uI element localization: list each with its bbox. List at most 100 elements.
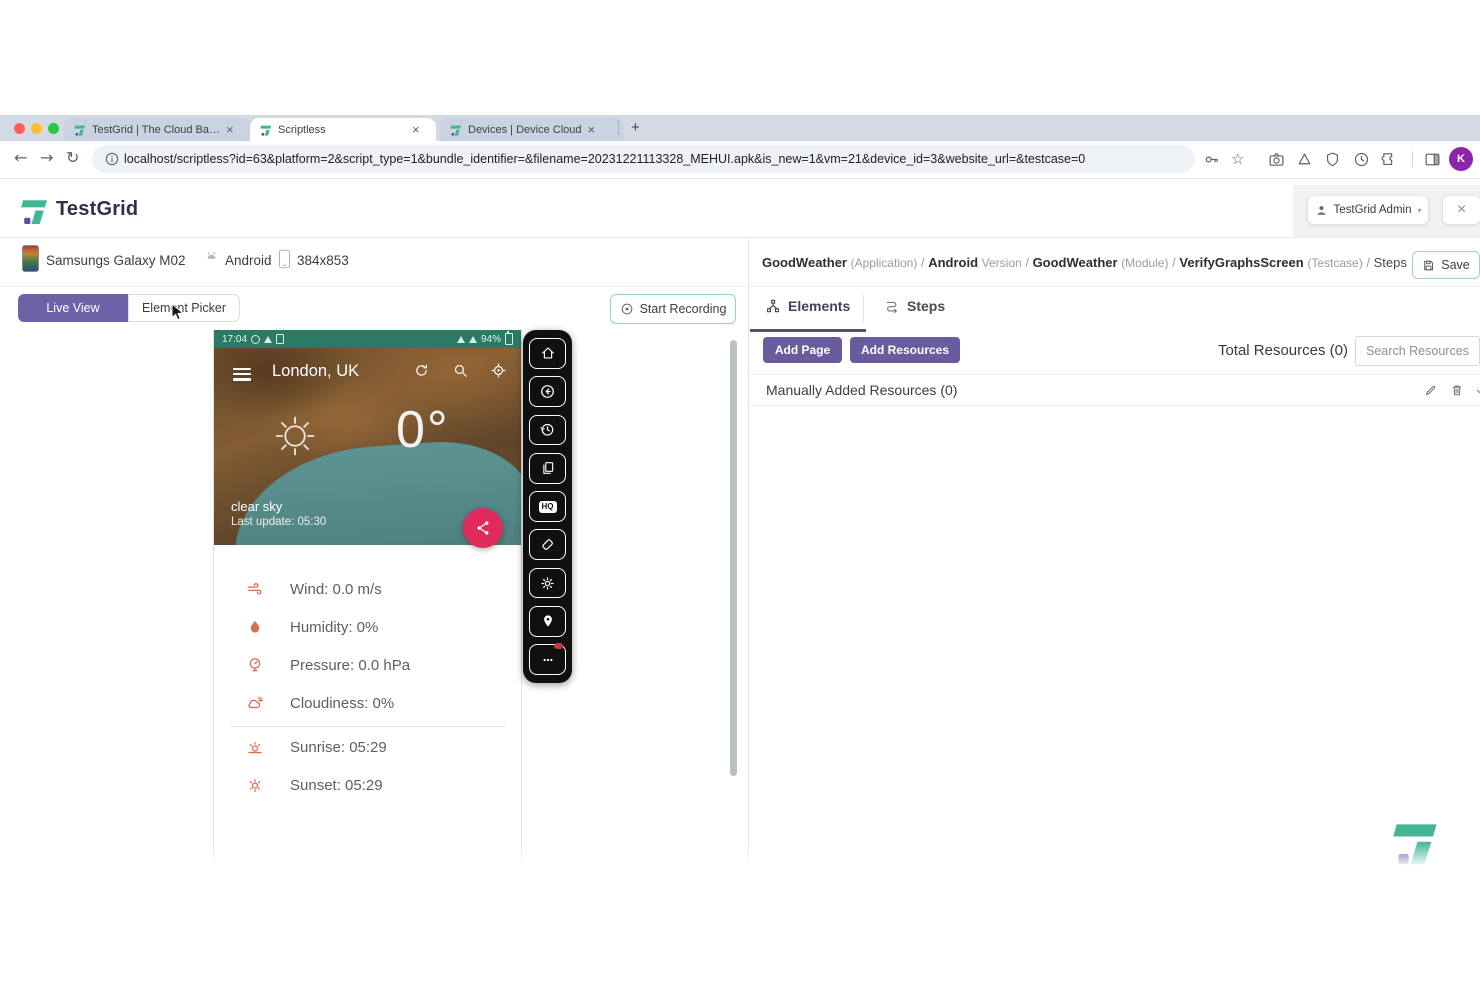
window-close-dot[interactable] [14, 123, 25, 134]
mouse-cursor [170, 303, 186, 321]
manually-added-resources-row[interactable]: Manually Added Resources (0) [750, 375, 1480, 405]
weather-detail-humidity: Humidity: 0% [246, 618, 378, 636]
window-minimize-dot[interactable] [31, 123, 42, 134]
breadcrumb-platform[interactable]: Android [928, 255, 978, 270]
weather-detail-cloudiness: Cloudiness: 0% [246, 694, 394, 712]
tab-steps[interactable]: Steps [884, 298, 945, 314]
live-view-controls: Live View Element Picker Start Recording [0, 287, 748, 332]
rotate-button[interactable] [529, 529, 566, 560]
save-button[interactable]: Save [1412, 251, 1480, 279]
more-options-button[interactable] [529, 644, 566, 675]
sidebar-toggle-icon[interactable] [1424, 151, 1441, 168]
status-sim-icon [276, 334, 284, 344]
add-resources-button[interactable]: Add Resources [850, 337, 960, 363]
weather-detail-sunset: Sunset: 05:29 [246, 776, 383, 794]
chevron-down-icon[interactable] [1474, 385, 1480, 398]
history-icon [539, 421, 556, 438]
breadcrumb-module[interactable]: GoodWeather [1033, 255, 1118, 270]
brand-name[interactable]: TestGrid [56, 198, 138, 221]
breadcrumb-testcase[interactable]: VerifyGraphsScreen [1179, 255, 1303, 270]
browser-tab-devices[interactable]: Devices | Device Cloud × [440, 118, 624, 141]
device-resolution: 384x853 [297, 253, 349, 268]
extension-recycle-icon[interactable] [1296, 151, 1313, 168]
location-button[interactable] [529, 606, 566, 637]
weather-detail-label: Wind: 0.0 m/s [290, 581, 382, 598]
extensions-puzzle-icon[interactable] [1381, 151, 1398, 168]
breadcrumb-current: Steps [1374, 255, 1407, 270]
live-view-tab[interactable]: Live View [18, 294, 128, 322]
search-resources-input[interactable] [1355, 336, 1480, 366]
breadcrumb-row: GoodWeather (Application) / Android Vers… [750, 238, 1480, 287]
gear-icon [539, 575, 556, 592]
admin-menu-button[interactable]: TestGrid Admin ▾ [1308, 196, 1428, 224]
site-info-icon[interactable] [104, 151, 120, 167]
bookmark-star-icon[interactable]: ☆ [1231, 150, 1244, 168]
device-screen-mirror[interactable]: 17:04 94% London, UK 0° clear sky Las [213, 330, 522, 872]
wind-icon [246, 580, 264, 598]
new-tab-button[interactable]: + [631, 119, 640, 136]
share-icon [474, 519, 492, 537]
condition-text: clear sky [231, 499, 282, 514]
android-icon [203, 249, 220, 266]
humidity-icon [246, 618, 264, 636]
reload-icon[interactable]: ↻ [66, 148, 79, 167]
city-title: London, UK [272, 362, 359, 381]
extension-camera-icon[interactable] [1268, 151, 1285, 168]
weather-detail-label: Sunrise: 05:29 [290, 739, 387, 756]
tab-title: Devices | Device Cloud [468, 124, 582, 136]
home-icon [540, 345, 556, 361]
start-recording-button[interactable]: Start Recording [610, 294, 736, 324]
home-button[interactable] [529, 338, 566, 369]
browser-tab-testgrid[interactable]: TestGrid | The Cloud Based M × [64, 118, 252, 141]
ellipsis-icon [540, 652, 556, 668]
battery-percent: 94% [481, 334, 501, 345]
elements-hierarchy-icon [765, 298, 781, 314]
save-icon [1422, 259, 1435, 272]
edit-pencil-icon[interactable] [1424, 383, 1438, 397]
testgrid-favicon [449, 123, 462, 136]
left-panel-scrollbar[interactable] [730, 340, 737, 776]
forward-icon[interactable]: → [40, 148, 53, 167]
url-text[interactable]: localhost/scriptless?id=63&platform=2&sc… [124, 152, 1085, 166]
password-key-icon[interactable] [1203, 151, 1220, 168]
breadcrumb-app[interactable]: GoodWeather [762, 255, 847, 270]
delete-trash-icon[interactable] [1450, 383, 1464, 397]
tab-steps-label: Steps [907, 298, 945, 314]
browser-tab-scriptless[interactable]: Scriptless × [250, 118, 436, 141]
breadcrumb: GoodWeather (Application) / Android Vers… [762, 255, 1407, 270]
gps-location-icon[interactable] [490, 362, 507, 379]
quality-button[interactable]: HQ [529, 491, 566, 522]
back-button[interactable] [529, 376, 566, 407]
copy-pages-icon [540, 460, 556, 476]
screenshot-canvas: TestGrid | The Cloud Based M × Scriptles… [0, 0, 1480, 987]
search-icon[interactable] [452, 362, 469, 379]
record-icon [620, 302, 634, 316]
settings-button[interactable] [529, 568, 566, 599]
extension-clock-icon[interactable] [1353, 151, 1370, 168]
device-info-bar: Samsungs Galaxy M02 Android 384x853 [0, 238, 748, 287]
back-icon[interactable]: ← [14, 148, 27, 167]
recents-button[interactable] [529, 415, 566, 446]
menu-icon[interactable] [233, 365, 251, 384]
tab-close-icon[interactable]: × [588, 123, 596, 136]
window-zoom-dot[interactable] [48, 123, 59, 134]
breadcrumb-separator: / [1366, 255, 1370, 270]
tab-close-icon[interactable]: × [226, 123, 234, 136]
share-fab-button[interactable] [463, 508, 503, 548]
device-name: Samsungs Galaxy M02 [46, 253, 186, 268]
refresh-icon[interactable] [413, 362, 430, 379]
bottom-fade [0, 842, 1480, 872]
tab-close-icon[interactable]: × [412, 123, 420, 136]
browser-tab-strip: TestGrid | The Cloud Based M × Scriptles… [0, 115, 1480, 141]
extension-shield-icon[interactable] [1324, 151, 1341, 168]
tab-elements[interactable]: Elements [765, 298, 850, 314]
profile-avatar[interactable]: K [1449, 147, 1473, 171]
device-action-toolbar: HQ [523, 330, 572, 683]
sunrise-icon [246, 738, 264, 756]
close-panel-button[interactable]: × [1443, 196, 1480, 224]
browser-toolbar: ← → ↻ localhost/scriptless?id=63&platfor… [0, 141, 1480, 179]
weather-detail-sunrise: Sunrise: 05:29 [246, 738, 387, 756]
screenshot-button[interactable] [529, 453, 566, 484]
add-page-button[interactable]: Add Page [763, 337, 842, 363]
testgrid-logo [18, 194, 49, 225]
